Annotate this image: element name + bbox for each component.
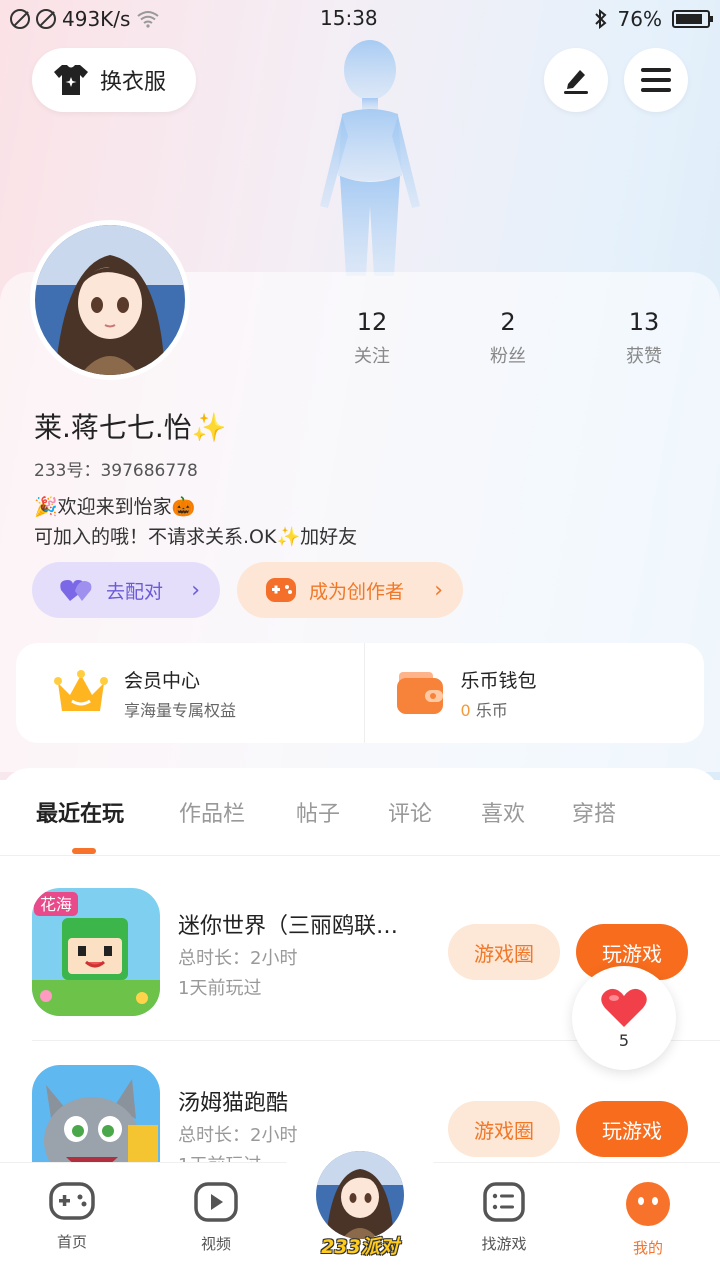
- game-title: 汤姆猫跑酷: [178, 1091, 289, 1116]
- wallet-balance: 0 乐币: [461, 697, 537, 721]
- nav-label: 首页: [56, 1233, 87, 1251]
- heart-icon: [601, 988, 647, 1027]
- shirt-icon: [54, 65, 88, 95]
- nav-video[interactable]: 视频: [166, 1181, 266, 1254]
- stat-label: 粉丝: [490, 346, 526, 367]
- smiley-face-icon: [626, 1182, 670, 1226]
- nickname: 莱.蒋七七.怡✨: [34, 411, 227, 444]
- mini-world-icon: 花海: [32, 888, 160, 1016]
- clock: 15:38: [320, 6, 378, 30]
- user-id: 233号：397686778: [34, 461, 198, 481]
- do-not-disturb-icon: [10, 9, 30, 29]
- avatar-hologram: [320, 40, 420, 276]
- nav-home[interactable]: 首页: [22, 1181, 122, 1252]
- game-duration: 总时长：2小时: [178, 948, 298, 969]
- wallet[interactable]: 乐币钱包 0 乐币: [363, 643, 705, 743]
- menu-button[interactable]: [624, 48, 688, 112]
- battery-percent: 76%: [617, 7, 662, 31]
- game-circle-button[interactable]: 游戏圈: [448, 1101, 560, 1157]
- pencil-icon: [564, 70, 588, 94]
- active-tab-indicator: [72, 848, 96, 854]
- game-icon-mini-world[interactable]: 花海: [32, 888, 160, 1016]
- double-heart-icon: [60, 580, 92, 601]
- list-icon: [483, 1182, 525, 1222]
- status-bar: 493K/s 15:38 76%: [0, 0, 720, 38]
- nav-label: 视频: [200, 1235, 231, 1253]
- gamepad-icon: [266, 578, 296, 602]
- dress-up-button[interactable]: 换衣服: [32, 48, 196, 112]
- play-video-icon: [194, 1182, 238, 1222]
- edit-profile-button[interactable]: [544, 48, 608, 112]
- match-label: 去配对: [106, 580, 164, 603]
- match-button[interactable]: 去配对 ›: [32, 562, 220, 618]
- member-subtitle: 享海量专属权益: [124, 700, 237, 720]
- status-left: 493K/s: [10, 7, 160, 31]
- icon-badge-text: 花海: [40, 895, 72, 914]
- nav-find-games[interactable]: 找游戏: [454, 1181, 554, 1254]
- nav-label: 我的: [632, 1239, 663, 1257]
- battery-icon: [672, 10, 713, 28]
- wallet-unit: 乐币: [475, 700, 508, 720]
- stat-value: 12: [356, 308, 388, 336]
- play-game-button[interactable]: 玩游戏: [576, 1101, 688, 1157]
- wallet-title: 乐币钱包: [460, 669, 537, 692]
- like-button[interactable]: 5: [572, 966, 676, 1070]
- stat-label: 获赞: [626, 346, 662, 367]
- tab-works[interactable]: 作品栏: [179, 796, 245, 828]
- tab-likes[interactable]: 喜欢: [481, 796, 525, 828]
- vip-wallet-card: 会员中心 享海量专属权益 乐币钱包 0 乐币: [16, 643, 704, 743]
- creator-label: 成为创作者: [309, 580, 405, 603]
- nav-party-label[interactable]: 233派对: [308, 1232, 412, 1259]
- network-speed: 493K/s: [62, 7, 131, 31]
- bio-line: 🎉欢迎来到怡家🎃: [34, 496, 196, 518]
- wallet-amount: 0: [460, 700, 471, 720]
- tab-outfits[interactable]: 穿搭: [572, 796, 616, 828]
- crown-icon: [54, 670, 108, 711]
- game-duration: 总时长：2小时: [178, 1125, 298, 1146]
- blocked-icon: [36, 9, 56, 29]
- become-creator-button[interactable]: 成为创作者 ›: [237, 562, 463, 618]
- stat-likes[interactable]: 13 获赞: [584, 308, 704, 368]
- chevron-right-icon: ›: [434, 577, 443, 603]
- anime-avatar-image: [35, 225, 185, 375]
- member-center[interactable]: 会员中心 享海量专属权益: [16, 643, 364, 743]
- hamburger-icon: [641, 68, 671, 92]
- profile-avatar[interactable]: [30, 220, 190, 380]
- profile-tabs: 最近在玩 作品栏 帖子 评论 喜欢 穿搭: [0, 796, 720, 856]
- anime-avatar-image: [316, 1151, 404, 1239]
- bluetooth-icon: [594, 9, 607, 29]
- wallet-icon: [396, 672, 443, 714]
- tab-recently-played[interactable]: 最近在玩: [36, 796, 124, 828]
- gamepad-icon: [49, 1182, 95, 1220]
- nav-label: 找游戏: [481, 1235, 527, 1253]
- like-count: 5: [618, 1030, 630, 1050]
- bio: 🎉欢迎来到怡家🎃 可加入的哦！不请求关系.OK✨加好友: [34, 492, 357, 552]
- game-title: 迷你世界（三丽鸥联…: [178, 914, 399, 939]
- wifi-icon: [137, 11, 160, 28]
- stat-value: 2: [500, 308, 516, 336]
- bio-line: 可加入的哦！不请求关系.OK✨加好友: [34, 526, 358, 548]
- stat-value: 13: [628, 308, 660, 336]
- divider: [0, 855, 720, 856]
- game-circle-button[interactable]: 游戏圈: [448, 924, 560, 980]
- member-title: 会员中心: [124, 669, 201, 692]
- stat-label: 关注: [354, 346, 390, 367]
- status-right: 76%: [594, 7, 713, 31]
- chevron-right-icon: ›: [191, 577, 200, 603]
- stat-following[interactable]: 12 关注: [312, 308, 432, 368]
- nav-party-avatar[interactable]: [313, 1148, 407, 1242]
- dress-up-label: 换衣服: [100, 70, 167, 95]
- nav-mine[interactable]: 我的: [598, 1181, 698, 1258]
- game-last-played: 1天前玩过: [178, 978, 262, 999]
- stat-fans[interactable]: 2 粉丝: [448, 308, 568, 368]
- tab-posts[interactable]: 帖子: [296, 796, 340, 828]
- tab-comments[interactable]: 评论: [388, 796, 432, 828]
